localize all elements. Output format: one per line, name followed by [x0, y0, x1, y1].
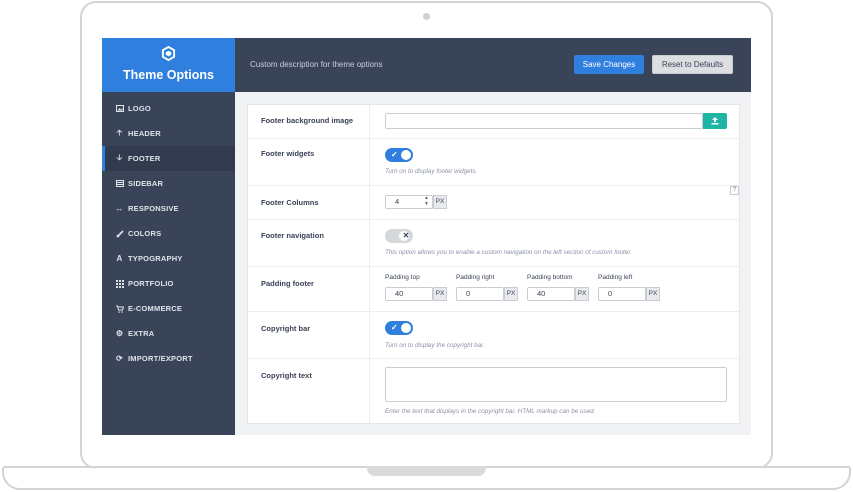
spinner-down-icon[interactable]: ▼	[424, 202, 429, 207]
footer-background-image-row: Footer background image	[248, 105, 739, 139]
sidebar-item-responsive[interactable]: ↔ RESPONSIVE	[102, 196, 235, 221]
unit-label: PX	[433, 195, 447, 209]
app-description: Custom description for theme options	[250, 60, 383, 69]
field-description: Enter the text that displays in the copy…	[385, 408, 596, 415]
reset-defaults-button[interactable]: Reset to Defaults	[652, 55, 733, 74]
help-icon[interactable]: ?	[730, 186, 739, 195]
cart-icon	[115, 304, 124, 313]
padding-left-input[interactable]: 0	[598, 287, 646, 301]
refresh-icon: ⟳	[116, 354, 123, 363]
sidebar-item-label: IMPORT/EXPORT	[128, 354, 193, 363]
sidebar-item-label: RESPONSIVE	[128, 204, 179, 213]
footer-navigation-row: Footer navigation ✕ This option allows y…	[248, 220, 739, 267]
close-icon: ✕	[402, 231, 410, 240]
field-label: Footer Columns	[261, 198, 319, 207]
sidebar-item-header[interactable]: 🡡 HEADER	[102, 121, 235, 146]
padding-left-label: Padding left	[598, 274, 633, 281]
brush-icon	[115, 229, 124, 238]
sidebar: LOGO 🡡 HEADER 🡣 FOOTER SIDEBAR ↔ RESPONS…	[102, 92, 235, 435]
padding-bottom-label: Padding bottom	[527, 274, 573, 281]
footer-options-panel: Footer background image Footer widgets ✓…	[247, 104, 740, 425]
field-label: Footer widgets	[261, 149, 315, 158]
footer-columns-row: Footer Columns 4 ▲ ▼ PX	[248, 186, 739, 220]
padding-top-input[interactable]: 40	[385, 287, 433, 301]
field-label: Copyright bar	[261, 324, 311, 333]
brand-panel: Theme Options	[102, 38, 235, 92]
copyright-bar-row: Copyright bar ✓ Turn on to display the c…	[248, 312, 739, 359]
sidebar-layout-icon	[115, 179, 124, 188]
sidebar-item-label: PORTFOLIO	[128, 279, 174, 288]
sidebar-item-label: COLORS	[128, 229, 162, 238]
field-label: Footer navigation	[261, 231, 324, 240]
copyright-bar-toggle[interactable]: ✓	[385, 321, 413, 335]
unit-label: PX	[646, 287, 660, 301]
sidebar-item-label: EXTRA	[128, 329, 155, 338]
arrow-down-icon: 🡣	[116, 152, 123, 162]
image-icon	[115, 104, 124, 113]
arrow-up-icon: 🡡	[116, 127, 123, 137]
field-description: Turn on to display the copyright bar.	[385, 342, 485, 349]
copyright-text-row: Copyright text Enter the text that displ…	[248, 359, 739, 425]
footer-widgets-row: Footer widgets ✓ Turn on to display foot…	[248, 139, 739, 186]
grid-icon	[115, 279, 124, 288]
sidebar-item-label: FOOTER	[128, 154, 161, 163]
upload-icon	[711, 117, 719, 125]
sidebar-item-e-commerce[interactable]: E-COMMERCE	[102, 296, 235, 321]
font-icon: A	[116, 254, 123, 263]
laptop-notch	[367, 466, 486, 476]
padding-top-label: Padding top	[385, 274, 420, 281]
sidebar-item-label: SIDEBAR	[128, 179, 164, 188]
sidebar-item-portfolio[interactable]: PORTFOLIO	[102, 271, 235, 296]
field-description: This option allows you to enable a custo…	[385, 249, 632, 256]
upload-button[interactable]	[703, 113, 727, 129]
save-changes-button[interactable]: Save Changes	[574, 55, 644, 74]
padding-footer-row: Padding footer Padding top 40 PX Padding…	[248, 267, 739, 312]
sidebar-item-label: LOGO	[128, 104, 151, 113]
hexagon-logo-icon	[161, 46, 176, 61]
footer-background-image-input[interactable]	[385, 113, 703, 129]
check-icon: ✓	[391, 150, 398, 159]
arrows-horizontal-icon: ↔	[115, 204, 124, 213]
sidebar-item-label: E-COMMERCE	[128, 304, 183, 313]
padding-bottom-input[interactable]: 40	[527, 287, 575, 301]
unit-label: PX	[504, 287, 518, 301]
sidebar-item-import-export[interactable]: ⟳ IMPORT/EXPORT	[102, 346, 235, 371]
footer-navigation-toggle[interactable]: ✕	[385, 229, 413, 243]
sidebar-item-logo[interactable]: LOGO	[102, 96, 235, 121]
sidebar-item-label: HEADER	[128, 129, 161, 138]
unit-label: PX	[575, 287, 589, 301]
sidebar-item-footer[interactable]: 🡣 FOOTER	[102, 146, 235, 171]
unit-label: PX	[433, 287, 447, 301]
sidebar-item-typography[interactable]: A TYPOGRAPHY	[102, 246, 235, 271]
field-label: Padding footer	[261, 279, 314, 288]
field-label: Footer background image	[261, 116, 354, 125]
padding-right-input[interactable]: 0	[456, 287, 504, 301]
sidebar-item-extra[interactable]: ⚙ EXTRA	[102, 321, 235, 346]
sidebar-item-colors[interactable]: COLORS	[102, 221, 235, 246]
app-screen: Theme Options Custom description for the…	[102, 38, 751, 435]
field-description: Turn on to display footer widgets.	[385, 168, 478, 175]
gears-icon: ⚙	[115, 329, 124, 338]
app-title: Theme Options	[123, 68, 214, 82]
check-icon: ✓	[391, 323, 398, 332]
sidebar-item-sidebar[interactable]: SIDEBAR	[102, 171, 235, 196]
laptop-camera	[423, 13, 430, 20]
padding-right-label: Padding right	[456, 274, 495, 281]
sidebar-item-label: TYPOGRAPHY	[128, 254, 183, 263]
copyright-text-textarea[interactable]	[385, 367, 727, 402]
top-bar: Custom description for theme options Sav…	[235, 38, 751, 92]
footer-widgets-toggle[interactable]: ✓	[385, 148, 413, 162]
field-label: Copyright text	[261, 371, 312, 380]
